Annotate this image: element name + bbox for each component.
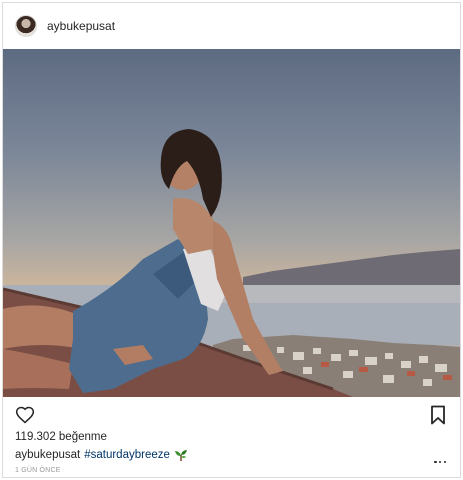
post-header: aybukepusat: [3, 3, 460, 49]
post-timestamp: 1 GÜN ÖNCE: [15, 467, 61, 474]
post-photo[interactable]: [3, 49, 460, 397]
avatar[interactable]: [15, 15, 37, 37]
caption: aybukepusat #saturdaybreeze: [15, 448, 188, 462]
post-actions: [3, 401, 460, 429]
heart-icon[interactable]: [15, 405, 35, 425]
caption-hashtag[interactable]: #saturdaybreeze: [84, 449, 170, 461]
bookmark-icon[interactable]: [430, 405, 446, 425]
likes-count[interactable]: 119.302 beğenme: [15, 431, 107, 443]
more-options-icon[interactable]: [434, 459, 446, 465]
caption-username[interactable]: aybukepusat: [15, 449, 80, 461]
plant-emoji-icon: [174, 448, 188, 462]
photo-scene: [3, 129, 460, 397]
instagram-post: aybukepusat 119.302 beğenme aybukepusat …: [2, 2, 461, 478]
post-username[interactable]: aybukepusat: [47, 19, 115, 33]
